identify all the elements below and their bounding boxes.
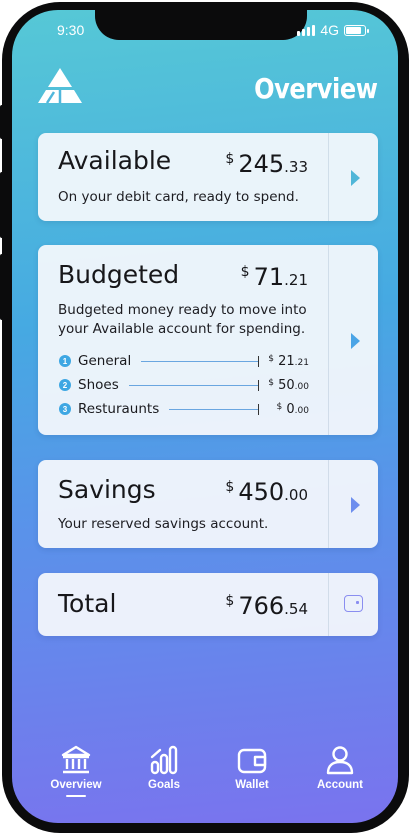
- nav-overview-label: Overview: [50, 779, 102, 791]
- wallet-icon[interactable]: [344, 595, 363, 612]
- budget-item-amount: $ 0.00: [276, 401, 309, 417]
- budgeted-desc: Budgeted money ready to move into your A…: [58, 302, 307, 337]
- wallet-icon: [237, 748, 267, 774]
- app-logo: [38, 68, 82, 104]
- budget-item[interactable]: 3 Resturaunts $ 0.00: [59, 401, 309, 417]
- budget-item-label: Shoes: [78, 377, 119, 393]
- person-icon: [326, 746, 354, 775]
- total-card[interactable]: Total $766.54: [38, 573, 378, 636]
- nav-wallet-label: Wallet: [235, 779, 269, 791]
- phone-volume-down-button: [0, 254, 8, 320]
- status-indicators: 4G: [297, 22, 369, 38]
- budgeted-amount: $71.21: [240, 263, 308, 291]
- phone-volume-up-button: [0, 172, 8, 238]
- available-title: Available: [58, 146, 172, 175]
- item-number-badge: 1: [59, 355, 71, 367]
- card-divider: [328, 133, 329, 221]
- phone-mute-button: [0, 105, 8, 139]
- budget-item-amount: $ 21.21: [268, 353, 309, 369]
- status-time: 9:30: [57, 22, 85, 38]
- nav-goals[interactable]: Goals: [124, 744, 204, 791]
- battery-icon: [344, 24, 369, 36]
- nav-overview[interactable]: Overview: [36, 744, 116, 797]
- budget-item-label: General: [78, 353, 132, 369]
- card-divider: [328, 460, 329, 548]
- budget-item-line: [141, 355, 259, 367]
- active-indicator: [66, 795, 86, 797]
- item-number-badge: 3: [59, 403, 71, 415]
- available-card[interactable]: Available $245.33 On your debit card, re…: [38, 133, 378, 221]
- nav-goals-label: Goals: [148, 779, 180, 791]
- total-title: Total: [58, 589, 117, 618]
- budget-item[interactable]: 1 General $ 21.21: [59, 353, 309, 369]
- budgeted-card[interactable]: Budgeted $71.21 Budgeted money ready to …: [38, 245, 378, 435]
- available-desc: On your debit card, ready to spend.: [58, 189, 299, 205]
- bar-chart-icon: [150, 745, 178, 775]
- available-amount: $245.33: [225, 150, 308, 178]
- savings-amount: $450.00: [225, 478, 308, 506]
- card-divider: [328, 573, 329, 636]
- budgeted-title: Budgeted: [58, 260, 180, 289]
- page-title: Overview: [254, 72, 379, 105]
- chevron-right-icon[interactable]: [351, 497, 360, 513]
- savings-title: Savings: [58, 475, 156, 504]
- bank-icon: [61, 745, 91, 774]
- bottom-nav: Overview Goals Wallet Account: [12, 744, 398, 804]
- budget-item-line: [128, 379, 260, 391]
- total-amount: $766.54: [225, 592, 308, 620]
- budget-item-line: [169, 403, 259, 415]
- nav-account[interactable]: Account: [300, 744, 380, 791]
- budget-item-label: Resturaunts: [78, 401, 160, 417]
- card-divider: [328, 245, 329, 435]
- savings-card[interactable]: Savings $450.00 Your reserved savings ac…: [38, 460, 378, 548]
- budget-item-amount: $ 50.00: [268, 377, 309, 393]
- nav-wallet[interactable]: Wallet: [212, 744, 292, 791]
- item-number-badge: 2: [59, 379, 71, 391]
- signal-icon: [297, 24, 316, 36]
- chevron-right-icon[interactable]: [351, 170, 360, 186]
- chevron-right-icon[interactable]: [351, 333, 360, 349]
- status-bar: 9:30 4G: [12, 20, 398, 40]
- nav-account-label: Account: [317, 779, 363, 791]
- network-label: 4G: [320, 22, 339, 38]
- savings-desc: Your reserved savings account.: [58, 516, 269, 532]
- app-screen: 9:30 4G Overview Available $245.33 On yo…: [12, 10, 398, 823]
- budget-item[interactable]: 2 Shoes $ 50.00: [59, 377, 309, 393]
